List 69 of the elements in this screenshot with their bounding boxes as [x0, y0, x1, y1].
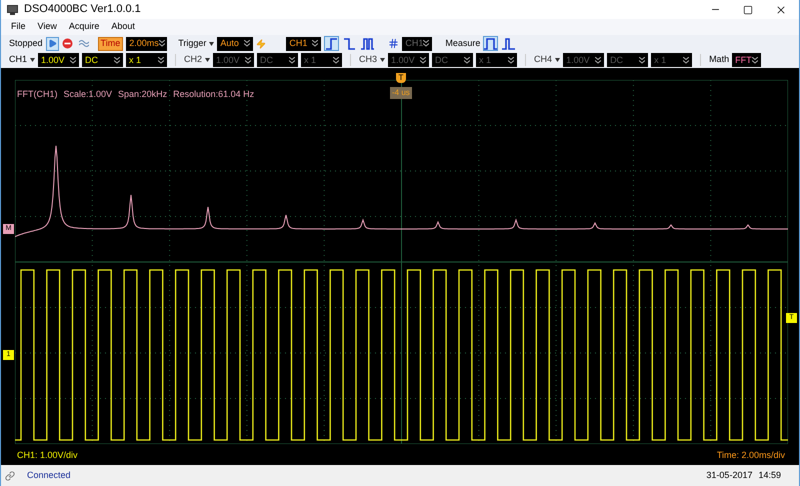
menu-item[interactable]: View [38, 20, 57, 34]
trigger-label[interactable]: Trigger [178, 36, 206, 50]
scale-dropdown[interactable]: 1.00V [38, 53, 80, 67]
trigger-offset-label: -4 us [390, 87, 412, 99]
coupling-dropdown[interactable]: DC [82, 53, 124, 67]
app-monitor-icon [7, 4, 18, 14]
trigger-position-marker[interactable]: T [396, 73, 406, 83]
falling-edge-button[interactable] [342, 36, 358, 51]
rising-edge-button[interactable] [324, 36, 340, 51]
dropdown-arrow-icon[interactable] [30, 58, 36, 62]
caret-icon [158, 56, 164, 64]
dropdown-arrow-icon[interactable] [205, 58, 210, 62]
caret-icon [508, 56, 514, 64]
caret-icon [245, 56, 252, 64]
channel-label[interactable]: CH3 [359, 53, 378, 67]
menu-item[interactable]: Acquire [68, 20, 100, 34]
channel-label[interactable]: CH4 [534, 53, 552, 67]
caret-icon [423, 40, 430, 47]
fft-info-text: Resolution:61.04 Hz [173, 88, 254, 101]
time-dropdown[interactable]: 2.00ms [126, 36, 168, 50]
measure-label: Measure [445, 36, 480, 50]
measure-pulse-button[interactable] [501, 36, 516, 51]
waveform-icon[interactable] [78, 39, 89, 48]
run-button[interactable] [46, 36, 59, 50]
trigger-mode-dropdown[interactable]: Auto [217, 36, 254, 50]
caret-icon [289, 56, 296, 64]
caret-icon [639, 56, 646, 64]
time-scale-text: Time: 2.00ms/div [716, 449, 785, 462]
caret-icon [420, 56, 426, 64]
maximize-icon[interactable] [743, 4, 753, 14]
measure-pulse-button[interactable] [483, 36, 498, 51]
menu-item[interactable]: About [111, 20, 135, 34]
status-time: 14:59 [758, 468, 781, 482]
channel-scale-text: CH1: 1.00V/div [17, 449, 78, 462]
caret-icon [312, 40, 318, 47]
caret-icon [464, 56, 470, 64]
fft-info-text: FFT(CH1) [17, 88, 58, 101]
fft-info-text: Span:20kHz [118, 88, 168, 101]
caret-icon [114, 56, 120, 64]
caret-icon [683, 56, 690, 64]
window-title: DSO4000BC Ver1.0.0.1 [24, 2, 141, 18]
status-date: 31-05-2017 [706, 468, 752, 482]
caret-icon [752, 56, 758, 64]
fft-info-text: Scale:1.00V [64, 88, 112, 101]
dropdown-arrow-icon[interactable] [209, 42, 214, 46]
caret-icon [70, 56, 76, 64]
time-label[interactable]: Time [98, 36, 124, 50]
caret-icon [333, 56, 340, 64]
acquisition-status: Stopped [9, 36, 43, 50]
cursor-source-dropdown[interactable]: CH1 [402, 36, 432, 50]
close-icon[interactable] [775, 4, 787, 16]
connection-status: Connected [27, 468, 71, 482]
math-label: Math [709, 53, 730, 66]
stop-icon[interactable] [62, 38, 73, 49]
caret-icon [158, 40, 165, 47]
math-mode-dropdown[interactable]: FFT [732, 53, 762, 67]
dropdown-arrow-icon[interactable] [555, 58, 560, 62]
cursor-grid-icon[interactable] [388, 38, 400, 49]
caret-icon [595, 56, 602, 64]
dropdown-arrow-icon[interactable] [380, 58, 386, 62]
probe-dropdown[interactable]: x 1 [126, 53, 168, 67]
caret-icon [244, 40, 250, 47]
menu-item[interactable]: File [11, 20, 26, 34]
pulse-edge-button[interactable] [360, 36, 376, 51]
channel-label[interactable]: CH1 [9, 53, 28, 67]
channel-label[interactable]: CH2 [184, 53, 202, 67]
connection-link-icon [5, 470, 15, 480]
play-icon [48, 39, 57, 48]
trigger-source-dropdown[interactable]: CH1 [286, 36, 322, 50]
